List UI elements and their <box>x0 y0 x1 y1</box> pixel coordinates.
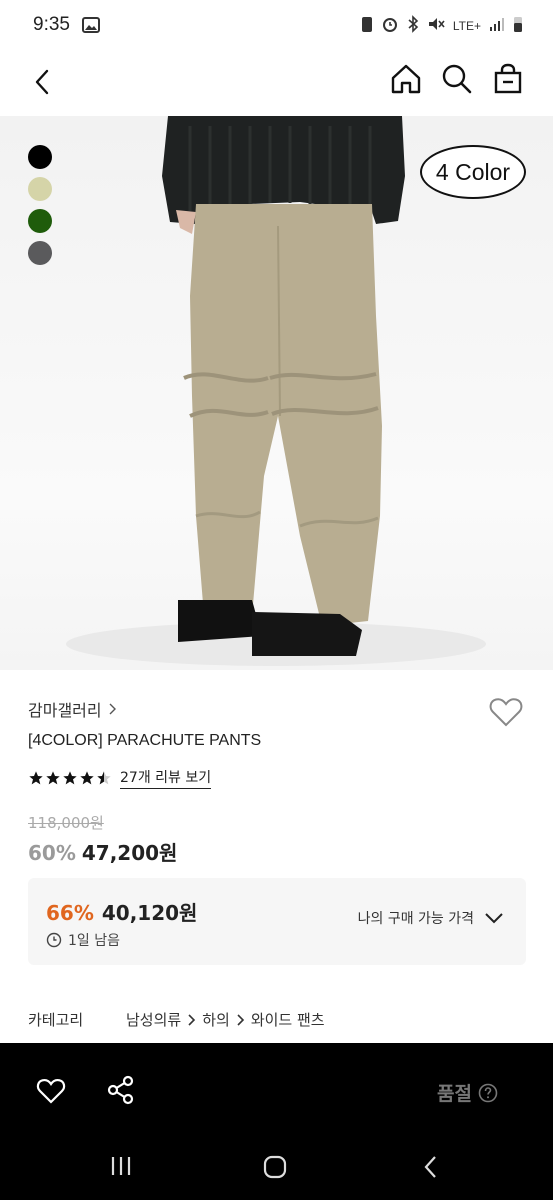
chevron-right-icon <box>109 703 116 715</box>
nav-back-icon <box>424 1156 436 1178</box>
discount-rate: 60% <box>28 841 76 865</box>
back-button[interactable] <box>24 64 60 100</box>
time-remaining-label: 1일 남음 <box>68 933 120 949</box>
rating-row: 27개 리뷰 보기 <box>28 767 212 789</box>
heart-icon <box>36 1079 66 1104</box>
star-icon <box>63 771 77 785</box>
signal-icon <box>489 16 505 36</box>
shopping-bag-icon <box>494 63 522 94</box>
category-path: 남성의류 하의 와이드 팬츠 <box>126 1009 325 1030</box>
swatch-green[interactable] <box>28 209 52 233</box>
search-button[interactable] <box>441 62 477 100</box>
soldout-status: 품절 <box>437 1079 498 1106</box>
mute-icon <box>427 15 445 37</box>
category-item[interactable]: 남성의류 <box>126 1009 181 1030</box>
coupon-discount: 66% <box>46 901 94 925</box>
network-label: LTE+ <box>452 19 481 33</box>
recent-apps-button[interactable] <box>108 1154 134 1178</box>
star-icon <box>46 771 60 785</box>
status-icons: LTE+ <box>361 15 523 37</box>
soldout-label: 품절 <box>437 1083 472 1105</box>
half-star-icon <box>97 771 111 785</box>
clock-icon <box>46 932 62 948</box>
like-button[interactable] <box>36 1077 66 1105</box>
my-price-toggle-label: 나의 구매 가능 가격 <box>357 911 474 927</box>
star-icon <box>29 771 43 785</box>
model-illustration <box>66 116 486 666</box>
chevron-right-icon <box>237 1013 244 1026</box>
heart-outline-icon <box>489 698 523 727</box>
coupon-price: 40,120원 <box>101 901 198 925</box>
swatch-black[interactable] <box>28 145 52 169</box>
search-icon <box>442 64 472 94</box>
review-link[interactable]: 27개 리뷰 보기 <box>120 767 212 789</box>
nav-home-icon <box>263 1155 287 1179</box>
color-count-badge: 4 Color <box>420 145 526 199</box>
price-row: 60% 47,200원 <box>28 837 177 866</box>
brand-link[interactable]: 감마갤러리 <box>28 697 116 721</box>
product-image[interactable]: 4 Color <box>0 116 553 670</box>
gallery-notification-icon <box>82 17 100 37</box>
my-price-toggle[interactable]: 나의 구매 가능 가격 <box>358 908 504 928</box>
swatch-beige[interactable] <box>28 177 52 201</box>
product-title: [4COLOR] PARACHUTE PANTS <box>28 732 262 749</box>
star-icon <box>80 771 94 785</box>
app-header <box>0 52 553 116</box>
share-icon <box>107 1075 134 1105</box>
status-bar: 9:35 LTE+ <box>0 0 553 52</box>
alarm-icon <box>381 15 399 37</box>
bluetooth-icon <box>407 15 419 37</box>
time-remaining: 1일 남음 <box>46 930 120 950</box>
chevron-right-icon <box>188 1013 196 1026</box>
share-button[interactable] <box>106 1075 136 1105</box>
shopping-bag-button[interactable] <box>491 62 529 100</box>
help-icon[interactable] <box>478 1083 498 1103</box>
home-icon <box>391 64 421 94</box>
battery-icon <box>513 15 523 37</box>
my-price-box[interactable]: 66% 40,120원 1일 남음 나의 구매 가능 가격 <box>28 878 526 965</box>
battery-saver-icon <box>361 15 373 37</box>
sale-price: 47,200원 <box>81 841 178 865</box>
nav-home-button[interactable] <box>262 1154 288 1180</box>
chevron-down-icon <box>485 913 503 924</box>
brand-name: 감마갤러리 <box>28 701 102 720</box>
star-rating <box>28 770 112 786</box>
status-time: 9:35 <box>33 14 70 35</box>
category-item[interactable]: 와이드 팬츠 <box>251 1009 325 1030</box>
home-button[interactable] <box>389 62 427 100</box>
chevron-left-icon <box>35 69 49 95</box>
category-item[interactable]: 하의 <box>202 1009 230 1030</box>
recent-apps-icon <box>111 1157 131 1175</box>
nav-back-button[interactable] <box>420 1154 442 1180</box>
coupon-price-row: 66% 40,120원 <box>46 897 197 926</box>
color-swatches <box>28 145 52 265</box>
category-breadcrumb: 카테고리 남성의류 하의 와이드 팬츠 <box>28 1009 325 1030</box>
category-label: 카테고리 <box>28 1011 84 1029</box>
original-price: 118,000원 <box>28 814 104 832</box>
swatch-gray[interactable] <box>28 241 52 265</box>
wishlist-button[interactable] <box>489 696 525 730</box>
